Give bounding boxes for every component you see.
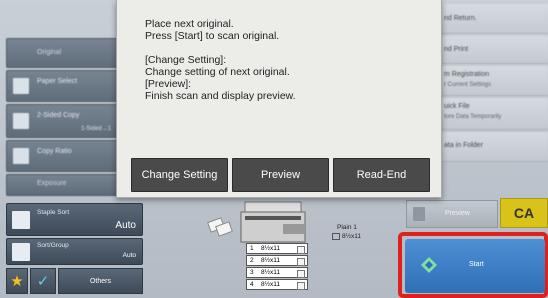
staple-icon — [12, 210, 30, 229]
copy-ratio-label: Copy Ratio — [37, 148, 72, 155]
paper-tray-row[interactable]: 2 8½x11 — [246, 255, 308, 266]
tray-number: 1 — [250, 245, 254, 252]
dialog-line: [Preview]: — [145, 78, 192, 90]
tray-paper-size: 8½x11 — [261, 257, 281, 264]
tray-size: 8½x11 — [332, 233, 361, 240]
start-button[interactable]: Start — [405, 239, 545, 293]
duplex-icon — [13, 113, 29, 129]
change-setting-button[interactable]: Change Setting — [131, 158, 228, 192]
staple-sort-button[interactable]: Staple Sort Auto — [6, 203, 143, 236]
original-label: Original — [37, 49, 62, 56]
preview-dialog-label: Preview — [260, 169, 301, 181]
original-button[interactable]: Original — [6, 38, 118, 68]
tray-label: Plain 1 — [337, 224, 357, 231]
copier-icon — [240, 201, 306, 243]
store-data-label: tore Data Temporarily — [444, 114, 502, 120]
program-registration-button[interactable]: m Registration r Current Settings — [428, 66, 548, 96]
ca-label: CA — [513, 205, 535, 221]
preview-label: Preview — [445, 210, 470, 217]
preview-icon — [413, 207, 425, 221]
two-sided-copy-button[interactable]: 2-Sided Copy 1-Sided→1 — [6, 104, 118, 138]
current-settings-label: r Current Settings — [444, 82, 492, 88]
data-in-folder-label: ata in Folder — [444, 142, 483, 149]
tray-number: 4 — [250, 281, 254, 288]
data-in-folder-button[interactable]: ata in Folder — [428, 132, 548, 162]
sort-group-value: Auto — [122, 252, 136, 259]
read-end-button[interactable]: Read-End — [333, 158, 430, 192]
dialog-line: Place next original. — [145, 18, 234, 30]
paper-tray-row[interactable]: 4 8½x11 — [246, 279, 308, 290]
two-sided-value: 1-Sided→1 — [80, 126, 111, 132]
tray-number: 2 — [250, 257, 254, 264]
dialog-line: Press [Start] to scan original. — [145, 30, 280, 42]
read-end-label: Read-End — [356, 169, 407, 181]
dialog-line: Finish scan and display preview. — [145, 90, 296, 102]
checkmark-button[interactable]: ✓ — [30, 268, 56, 294]
check-icon: ✓ — [36, 273, 50, 290]
dialog-line: [Change Setting]: — [145, 54, 227, 66]
star-icon: ★ — [10, 273, 24, 290]
send-return-label: nd Return. — [444, 15, 477, 22]
two-sided-copy-label: 2-Sided Copy — [37, 112, 80, 119]
send-print-button[interactable]: nd Print — [428, 36, 548, 64]
staple-sort-label: Staple Sort — [37, 209, 70, 216]
tray-check-icon — [297, 246, 305, 254]
copy-screen: Original Paper Select 2-Sided Copy 1-Sid… — [0, 0, 548, 298]
tray-check-icon — [297, 270, 305, 278]
others-button[interactable]: Others — [58, 268, 143, 294]
tray-paper-size: 8½x11 — [261, 281, 281, 288]
tray-paper-size: 8½x11 — [261, 245, 281, 252]
paper-tray-row[interactable]: 1 8½x11 — [246, 243, 308, 254]
tray-size-label: 8½x11 — [342, 233, 362, 241]
quick-file-button[interactable]: uick File tore Data Temporarily — [428, 98, 548, 130]
start-diamond-icon — [421, 257, 437, 273]
exposure-button[interactable]: Exposure — [6, 174, 118, 196]
change-setting-label: Change Setting — [141, 169, 218, 181]
program-registration-label: m Registration — [444, 71, 490, 78]
staple-sort-value: Auto — [115, 220, 136, 231]
paper-select-label: Paper Select — [37, 78, 78, 85]
copy-ratio-button[interactable]: Copy Ratio — [6, 140, 118, 172]
others-label: Others — [89, 277, 111, 285]
quick-file-label: uick File — [444, 103, 470, 110]
original-documents-icon — [207, 217, 233, 237]
preview-button[interactable]: Preview — [406, 200, 498, 228]
sort-group-button[interactable]: Sort/Group Auto — [6, 238, 143, 265]
dialog-line: Change setting of next original. — [145, 66, 290, 78]
paper-select-button[interactable]: Paper Select — [6, 70, 118, 102]
scan-next-original-dialog: Place next original. Press [Start] to sc… — [116, 0, 442, 198]
preview-dialog-button[interactable]: Preview — [232, 158, 329, 192]
favorite-button[interactable]: ★ — [6, 268, 28, 294]
paper-icon — [13, 78, 29, 94]
ratio-icon — [13, 148, 29, 164]
tray-check-icon — [297, 258, 305, 266]
sort-group-label: Sort/Group — [37, 242, 69, 249]
dialog-message: Place next original. Press [Start] to sc… — [145, 18, 425, 102]
tray-check-icon — [297, 282, 305, 290]
start-label: Start — [469, 261, 484, 268]
send-return-button[interactable]: nd Return. — [428, 4, 548, 34]
paper-tray-row[interactable]: 3 8½x11 — [246, 267, 308, 278]
exposure-label: Exposure — [37, 180, 67, 187]
paper-tray-icon — [332, 233, 340, 240]
sort-group-icon — [12, 242, 30, 261]
clear-all-button[interactable]: CA — [500, 198, 548, 228]
tray-number: 3 — [250, 269, 254, 276]
tray-paper-size: 8½x11 — [261, 269, 281, 276]
send-print-label: nd Print — [444, 46, 469, 53]
dialog-line — [145, 42, 425, 54]
